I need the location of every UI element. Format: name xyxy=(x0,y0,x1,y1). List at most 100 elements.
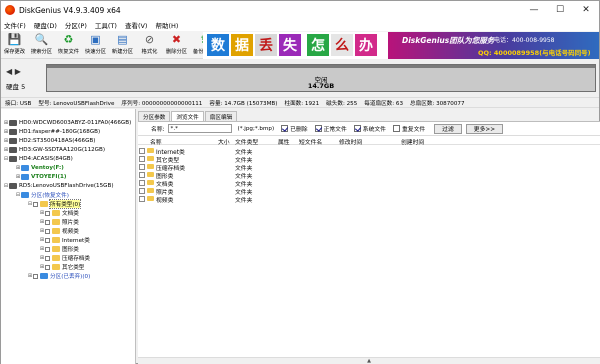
column-type[interactable]: 文件类型 xyxy=(235,137,258,146)
tree-checkbox[interactable] xyxy=(33,201,38,207)
quick-partition-button[interactable]: ▣ 快速分区 xyxy=(82,31,109,59)
search-partition-button[interactable]: 🔍 搜索分区 xyxy=(28,31,55,59)
disk-nav-arrows[interactable]: ◀ ▶ xyxy=(6,67,21,76)
row-checkbox[interactable] xyxy=(139,180,145,186)
tree-item[interactable]: ⊞ Internet类 xyxy=(39,236,90,244)
tree-item[interactable]: ⊞ 其它类型 xyxy=(39,263,84,271)
deleted-checkbox[interactable]: 已删除 xyxy=(281,124,308,133)
folder-icon xyxy=(52,264,60,270)
column-size[interactable]: 大小 xyxy=(218,137,230,146)
banner-char: 据 xyxy=(231,34,253,56)
file-row[interactable]: 文档类 文件夹 xyxy=(138,179,600,188)
file-row[interactable]: 压缩存档类 文件夹 xyxy=(138,163,600,172)
tree-item[interactable]: ⊞ 文档类 xyxy=(39,209,79,217)
row-checkbox[interactable] xyxy=(139,172,145,178)
row-checkbox[interactable] xyxy=(139,148,145,154)
column-short-name[interactable]: 短文件名 xyxy=(299,137,322,146)
minimize-button[interactable]: — xyxy=(521,1,547,19)
tree-checkbox[interactable] xyxy=(45,264,50,270)
tool-label: 格式化 xyxy=(141,49,158,55)
menu-file[interactable]: 文件(F) xyxy=(4,20,26,30)
tree-item[interactable]: ⊞ 图形类 xyxy=(39,245,79,253)
column-created-time[interactable]: 创建时间 xyxy=(401,137,424,146)
tree-item[interactable]: ⊞ HD2:ST3500418AS(466GB) xyxy=(3,137,95,145)
tree-checkbox[interactable] xyxy=(45,210,50,216)
row-checkbox[interactable] xyxy=(139,164,145,170)
tree-item[interactable]: ⊞ 照片类 xyxy=(39,218,79,226)
save-changes-button[interactable]: 💾 保存更改 xyxy=(1,31,28,59)
tree-item[interactable]: ⊞ 压缩存档类 xyxy=(39,254,90,262)
system-files-checkbox[interactable]: 系统文件 xyxy=(353,124,386,133)
info-interface: 接口: USB xyxy=(5,100,32,107)
recover-icon: ♻ xyxy=(63,33,74,46)
disk-partition-map[interactable]: 空闲 14.7GB xyxy=(46,64,596,92)
delete-partition-button[interactable]: ✖ 删除分区 xyxy=(163,31,190,59)
file-row[interactable]: Internet类 文件夹 xyxy=(138,147,600,156)
tree-item[interactable]: ⊞ HD1:fasper##-180G(168GB) xyxy=(3,128,100,136)
menu-view[interactable]: 查看(V) xyxy=(125,20,148,30)
file-name: 视频类 xyxy=(156,198,174,204)
file-row[interactable]: 照片类 文件夹 xyxy=(138,187,600,196)
menu-disk[interactable]: 硬盘(D) xyxy=(34,20,57,30)
ad-banner[interactable]: 数 据 丢 失 怎 么 办 DiskGenius团队为您服务 电话：400-00… xyxy=(203,32,599,59)
tree-checkbox[interactable] xyxy=(45,246,50,252)
more-button[interactable]: 更多>> xyxy=(465,123,504,134)
row-checkbox[interactable] xyxy=(139,196,145,202)
duplicate-files-checkbox[interactable]: 重复文件 xyxy=(392,124,425,133)
close-button[interactable]: ✕ xyxy=(573,1,599,19)
recover-files-button[interactable]: ♻ 恢复文件 xyxy=(55,31,82,59)
tree-checkbox[interactable] xyxy=(45,255,50,261)
tree-item[interactable]: ⊞ 视频类 xyxy=(39,227,79,235)
tree-item[interactable]: ⊟ RD5:LenovoUSBFlashDrive(15GB) xyxy=(3,182,114,190)
info-total-sectors: 总扇区数: 30870077 xyxy=(410,100,465,107)
tree-item[interactable]: ⊞ 分区(已丢弃)(0) xyxy=(27,272,90,280)
row-checkbox[interactable] xyxy=(139,156,145,162)
menu-help[interactable]: 帮助(H) xyxy=(155,20,178,30)
menu-tools[interactable]: 工具(T) xyxy=(95,20,117,30)
folder-icon xyxy=(40,201,48,207)
checkbox-box[interactable] xyxy=(353,125,361,132)
horizontal-scrollbar[interactable]: ▲ xyxy=(138,357,600,364)
file-row[interactable]: 其它类型 文件夹 xyxy=(138,155,600,164)
tree-item[interactable]: ⊞ VTOYEFI(1) xyxy=(15,173,66,181)
tree-checkbox[interactable] xyxy=(45,228,50,234)
scroll-up-arrow-icon[interactable]: ▲ xyxy=(366,359,372,364)
normal-files-checkbox[interactable]: 正常文件 xyxy=(314,124,347,133)
tab-partition-params[interactable]: 分区参数 xyxy=(138,111,171,121)
column-attributes[interactable]: 属性 xyxy=(278,137,290,146)
save-icon: 💾 xyxy=(7,33,22,46)
banner-contact-panel: DiskGenius团队为您服务 电话：400-008-9958 QQ: 400… xyxy=(388,32,599,59)
checkbox-box[interactable] xyxy=(281,125,289,132)
tree-item[interactable]: ⊟ 分区(恢复文件) xyxy=(15,191,69,199)
format-button[interactable]: ⊘ 格式化 xyxy=(136,31,163,59)
tree-checkbox[interactable] xyxy=(33,273,38,279)
folder-icon xyxy=(147,188,154,193)
name-filter-input[interactable]: *.* xyxy=(167,124,232,133)
tab-sector-editor[interactable]: 扇区编辑 xyxy=(204,111,238,121)
column-modified-time[interactable]: 修改时间 xyxy=(339,137,362,146)
tree-checkbox[interactable] xyxy=(45,219,50,225)
file-row[interactable]: 视频类 文件夹 xyxy=(138,195,600,204)
tree-item[interactable]: ⊟ HD4:ACASIS(84GB) xyxy=(3,155,73,163)
column-name[interactable]: 名称 xyxy=(150,137,162,146)
tree-item[interactable]: ⊞ HD0:WDCWD6003ABYZ-011FA0(466GB) xyxy=(3,119,131,127)
filter-button[interactable]: 过滤 xyxy=(434,123,462,134)
checkbox-box[interactable] xyxy=(314,125,322,132)
tab-browse-files[interactable]: 浏览文件 xyxy=(171,111,204,121)
disk-bar: ◀ ▶ 硬盘 5 空闲 14.7GB xyxy=(1,60,599,96)
partition-icon xyxy=(21,174,29,180)
tree-item[interactable]: ⊞ HD3:GW-SSDTAA120G(112GB) xyxy=(3,146,105,154)
new-partition-button[interactable]: ▤ 新建分区 xyxy=(109,31,136,59)
menu-partition[interactable]: 分区(P) xyxy=(65,20,87,30)
folder-icon xyxy=(147,164,154,169)
tree-item[interactable]: ⊟ 所有类型(0) xyxy=(27,199,82,209)
tree-item[interactable]: ⊞ Ventoy(F:) xyxy=(15,164,64,172)
maximize-button[interactable]: ☐ xyxy=(547,1,573,19)
checkbox-box[interactable] xyxy=(392,125,400,132)
row-checkbox[interactable] xyxy=(139,188,145,194)
tree-checkbox[interactable] xyxy=(45,237,50,243)
banner-char: 么 xyxy=(331,34,353,56)
menu-bar: 文件(F) 硬盘(D) 分区(P) 工具(T) 查看(V) 帮助(H) xyxy=(1,19,599,31)
file-row[interactable]: 图形类 文件夹 xyxy=(138,171,600,180)
folder-icon xyxy=(52,246,60,252)
